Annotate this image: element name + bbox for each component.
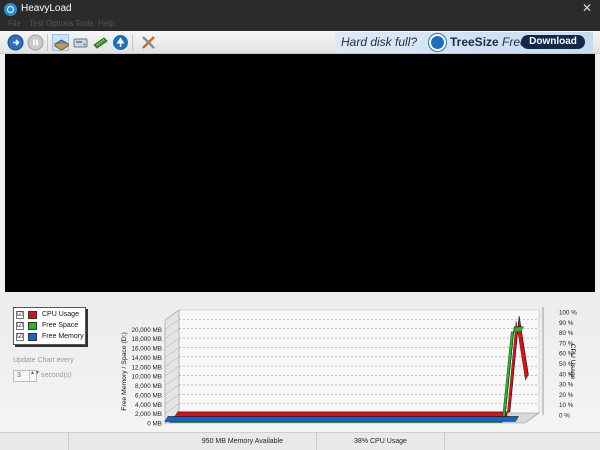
stress-cpu-button[interactable] [52, 34, 69, 51]
left-axis-tick-label: 12,000 MB [132, 364, 162, 371]
legend-label-free-memory: Free Memory [42, 333, 84, 340]
pause-button[interactable] [27, 34, 44, 51]
ad-brand-bold: TreeSize [450, 35, 499, 49]
start-icon [7, 34, 24, 51]
legend-label-free-space: Free Space [42, 322, 79, 329]
heavyload-window: HeavyLoad ✕ File Test Options Tools Help [0, 0, 600, 450]
series-ribbon-free-memory [164, 416, 519, 422]
left-axis-tick-label: 4,000 MB [135, 402, 162, 409]
allocate-memory-button[interactable] [92, 34, 109, 51]
status-cpu-cell: 38% CPU Usage [316, 433, 444, 450]
right-axis-tick-label: 30 % [559, 382, 574, 389]
update-interval-stepper[interactable]: 3 ▲▼ [13, 370, 40, 382]
menu-tools[interactable]: Tools [75, 19, 94, 28]
settings-tools-icon [142, 36, 155, 49]
left-axis-tick-label: 16,000 MB [132, 346, 162, 353]
update-interval-value: 3 [17, 372, 21, 379]
checkbox-free-space[interactable]: ☑ [16, 322, 24, 330]
left-axis-tick-label: 0 MB [147, 421, 162, 428]
swatch-cpu-usage [28, 311, 37, 319]
chart-legend: ☑ CPU Usage ☑ Free Space ☑ Free Memory [13, 307, 86, 345]
left-axis-tick-label: 6,000 MB [135, 392, 162, 399]
ad-headline: Hard disk full? [341, 35, 418, 49]
heavyload-logo-icon [4, 3, 17, 16]
right-axis-tick-label: 20 % [559, 392, 574, 399]
toolbar-separator [47, 34, 48, 51]
treesize-icon [113, 35, 128, 50]
status-cell-empty [0, 433, 68, 450]
status-bar: 950 MB Memory Available 38% CPU Usage [0, 432, 600, 450]
status-cpu: 38% CPU Usage [354, 438, 407, 445]
start-button[interactable] [7, 34, 24, 51]
treesize-button[interactable] [112, 34, 129, 51]
left-axis-tick-label: 18,000 MB [132, 336, 162, 343]
checkbox-cpu-usage[interactable]: ☑ [16, 311, 24, 319]
write-temp-file-button[interactable] [72, 34, 89, 51]
treesize-logo-icon [429, 34, 446, 51]
update-interval-unit: second(s) [41, 372, 72, 379]
treesize-ad-banner[interactable]: Hard disk full? TreeSize Free Download [335, 32, 593, 53]
checkbox-free-memory[interactable]: ☑ [16, 333, 24, 341]
update-interval-label: Update Chart every [13, 357, 74, 364]
right-axis-tick-label: 100 % [559, 310, 577, 317]
menu-file[interactable]: File [8, 19, 21, 28]
right-axis-tick-label: 90 % [559, 320, 574, 327]
status-cell-extra [444, 433, 600, 450]
swatch-free-space [28, 322, 37, 330]
left-axis-tick-label: 20,000 MB [132, 327, 162, 334]
pause-icon [27, 34, 44, 51]
disk-write-icon [73, 38, 88, 48]
left-axis-tick-label: 10,000 MB [132, 374, 162, 381]
right-axis-tick-label: 0 % [559, 413, 570, 420]
right-axis-title: CPU Usage [569, 344, 576, 380]
stepper-arrows-icon[interactable]: ▲▼ [29, 371, 40, 381]
history-chart: 0 MB 2,000 MB 4,000 MB 6,000 MB 8,000 MB 10,0… [121, 307, 577, 428]
memory-icon [93, 37, 108, 49]
close-icon[interactable]: ✕ [582, 1, 592, 15]
left-axis-tick-label: 14,000 MB [132, 355, 162, 362]
menu-test-options[interactable]: Test Options [29, 19, 73, 28]
right-axis-tick-label: 10 % [559, 402, 574, 409]
window-title: HeavyLoad [21, 3, 72, 14]
left-axis-tick-label: 2,000 MB [135, 411, 162, 418]
cpu-stress-icon [54, 39, 69, 51]
left-axis-tick-label: 8,000 MB [135, 383, 162, 390]
status-memory: 950 MB Memory Available [201, 438, 283, 445]
download-button[interactable]: Download [521, 35, 585, 49]
right-axis-tick-label: 80 % [559, 330, 574, 337]
menu-help[interactable]: Help [98, 19, 114, 28]
load-visualization-area [5, 54, 595, 292]
menu-bar: File Test Options Tools Help [0, 19, 600, 31]
toolbar-separator [132, 34, 133, 51]
ad-brand: TreeSize Free [450, 35, 527, 49]
swatch-free-memory [28, 333, 37, 341]
left-axis-title: Free Memory / Space (D:) [121, 332, 128, 411]
legend-label-cpu-usage: CPU Usage [42, 311, 79, 318]
title-bar: HeavyLoad ✕ [0, 0, 600, 19]
chart-back-wall [178, 309, 540, 414]
chart-side-wall [164, 309, 180, 424]
tools-button[interactable] [140, 34, 157, 51]
